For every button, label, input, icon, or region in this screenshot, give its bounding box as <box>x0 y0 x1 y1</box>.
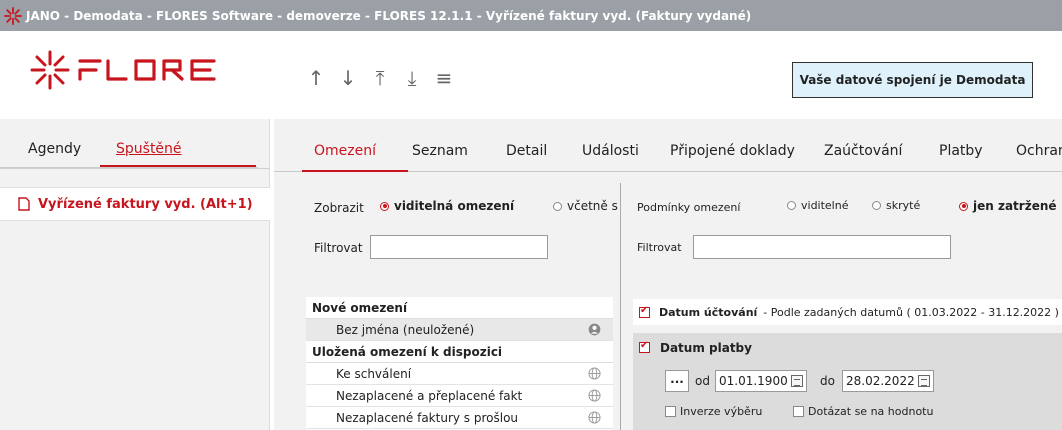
record-navigation: ↑ ↓ ⤒ ⤓ ≡ <box>300 64 460 92</box>
arrow-to-bottom-icon[interactable]: ⤓ <box>396 64 428 92</box>
radio-dot <box>787 201 796 210</box>
left-tabs: Agendy Spuštěné <box>0 119 270 169</box>
condition-datum-platby: Datum platby ... od 01.01.1900 do 28.02.… <box>633 333 1062 430</box>
document-icon <box>18 197 30 211</box>
list-item-label: Bez jména (neuložené) <box>336 323 475 337</box>
radio-conditions-hidden-label: skryté <box>886 199 921 212</box>
list-item-label: Nezaplacené faktury s prošlou <box>336 411 519 425</box>
inverse-selection-label: Inverze výběru <box>680 405 763 418</box>
active-tab-indicator <box>100 165 256 167</box>
list-item-unnamed[interactable]: Bez jména (neuložené) <box>306 319 613 341</box>
condition-datum-uctovani[interactable]: Datum účtování - Podle zadaných datumů (… <box>633 299 1062 325</box>
date-from-value: 01.01.1900 <box>719 374 788 388</box>
running-agenda-label: Vyřízené faktury vyd. (Alt+1) <box>38 196 253 212</box>
calendar-icon[interactable] <box>791 375 803 387</box>
main-tabs: Omezení Seznam Detail Události Připojené… <box>274 119 1062 177</box>
radio-dot <box>553 201 562 211</box>
tab-ochrana[interactable]: Ochran <box>1016 143 1062 159</box>
list-item[interactable]: Nezaplacené a přeplacené fakt <box>306 385 613 407</box>
saved-restrictions-header: Uložená omezení k dispozici <box>306 341 613 363</box>
conditions-filter-input[interactable] <box>693 235 951 259</box>
tab-detail[interactable]: Detail <box>506 143 547 159</box>
tab-zauctovani[interactable]: Zaúčtování <box>824 143 902 159</box>
calendar-icon[interactable] <box>918 375 930 387</box>
flores-wordmark <box>78 59 216 81</box>
left-tabs-divider <box>0 167 258 168</box>
ask-value-label: Dotázat se na hodnotu <box>808 405 934 418</box>
radio-dot <box>380 201 389 211</box>
tab-agendy[interactable]: Agendy <box>28 141 81 157</box>
radio-dot <box>959 201 968 211</box>
condition-name: Datum účtování <box>659 305 758 319</box>
tab-pripojene-doklady[interactable]: Připojené doklady <box>670 143 795 159</box>
checkbox-box <box>793 406 804 417</box>
condition-checkbox[interactable] <box>639 340 650 353</box>
date-to-input[interactable]: 28.02.2022 <box>842 370 934 392</box>
to-label: do <box>820 374 835 388</box>
globe-icon <box>588 367 601 380</box>
checkbox-box <box>665 406 676 417</box>
flores-logo-icon <box>4 6 22 25</box>
flores-logo-icon <box>30 50 70 90</box>
user-icon <box>588 323 601 336</box>
window-titlebar: JANO - Demodata - FLORES Software - demo… <box>0 0 1062 31</box>
radio-conditions-checked-label: jen zatržené <box>973 199 1057 213</box>
radio-conditions-hidden[interactable]: skryté <box>872 199 920 212</box>
date-from-input[interactable]: 01.01.1900 <box>715 370 807 392</box>
flores-logo <box>30 50 224 90</box>
filter-label: Filtrovat <box>314 241 363 255</box>
condition-name: Datum platby <box>660 341 752 355</box>
list-item-label: Ke schválení <box>336 367 412 381</box>
tab-spustene[interactable]: Spuštěné <box>116 141 182 157</box>
radio-conditions-checked[interactable]: jen zatržené <box>959 199 1057 213</box>
radio-conditions-visible-label: viditelné <box>801 199 849 212</box>
condition-description: - Podle zadaných datumů ( 01.03.2022 - 3… <box>763 305 1059 319</box>
conditions-filter-label: Filtrovat <box>637 241 682 254</box>
radio-visible-restrictions[interactable]: viditelná omezení <box>380 199 514 213</box>
globe-icon <box>588 389 601 402</box>
tab-seznam[interactable]: Seznam <box>412 143 468 159</box>
radio-conditions-visible[interactable]: viditelné <box>787 199 848 212</box>
list-item[interactable]: Nezaplacené faktury s prošlou <box>306 407 613 429</box>
running-agenda-item[interactable]: Vyřízené faktury vyd. (Alt+1) <box>0 187 270 221</box>
inverse-selection-checkbox[interactable]: Inverze výběru <box>665 405 762 418</box>
panel-splitter[interactable] <box>620 183 621 430</box>
tab-udalosti[interactable]: Události <box>582 143 639 159</box>
radio-including[interactable]: včetně s <box>553 199 618 213</box>
arrow-down-icon[interactable]: ↓ <box>332 64 364 92</box>
list-item-label: Nezaplacené a přeplacené fakt <box>336 389 523 403</box>
more-options-button[interactable]: ... <box>665 370 689 392</box>
from-label: od <box>695 374 710 388</box>
tab-platby[interactable]: Platby <box>939 143 983 159</box>
arrow-up-icon[interactable]: ↑ <box>300 64 332 92</box>
restriction-list: Nové omezení Bez jména (neuložené) Ulože… <box>306 297 613 430</box>
radio-dot <box>872 201 881 210</box>
menu-icon[interactable]: ≡ <box>428 64 460 92</box>
zobrazit-label: Zobrazit <box>314 201 364 215</box>
globe-icon <box>588 411 601 424</box>
ask-value-checkbox[interactable]: Dotázat se na hodnotu <box>793 405 933 418</box>
active-tab-indicator <box>302 170 408 172</box>
new-restriction-header: Nové omezení <box>306 297 613 319</box>
radio-visible-restrictions-label: viditelná omezení <box>394 199 515 213</box>
arrow-to-top-icon[interactable]: ⤒ <box>364 64 396 92</box>
connection-info: Vaše datové spojení je Demodata <box>792 62 1033 98</box>
date-to-value: 28.02.2022 <box>846 374 915 388</box>
app-header: ↑ ↓ ⤒ ⤓ ≡ Vaše datové spojení je Demodat… <box>0 31 1062 119</box>
condition-checkbox[interactable] <box>639 305 650 318</box>
window-title: JANO - Demodata - FLORES Software - demo… <box>26 8 752 23</box>
restriction-filter-input[interactable] <box>370 235 548 259</box>
podminky-label: Podmínky omezení <box>637 201 741 214</box>
omezeni-panel: Zobrazit viditelná omezení včetně s Filt… <box>274 177 1062 430</box>
left-panel: Agendy Spuštěné Vyřízené faktury vyd. (A… <box>0 119 270 430</box>
radio-including-label: včetně s <box>567 199 618 213</box>
tab-omezeni[interactable]: Omezení <box>314 143 376 159</box>
list-item[interactable]: Ke schválení <box>306 363 613 385</box>
